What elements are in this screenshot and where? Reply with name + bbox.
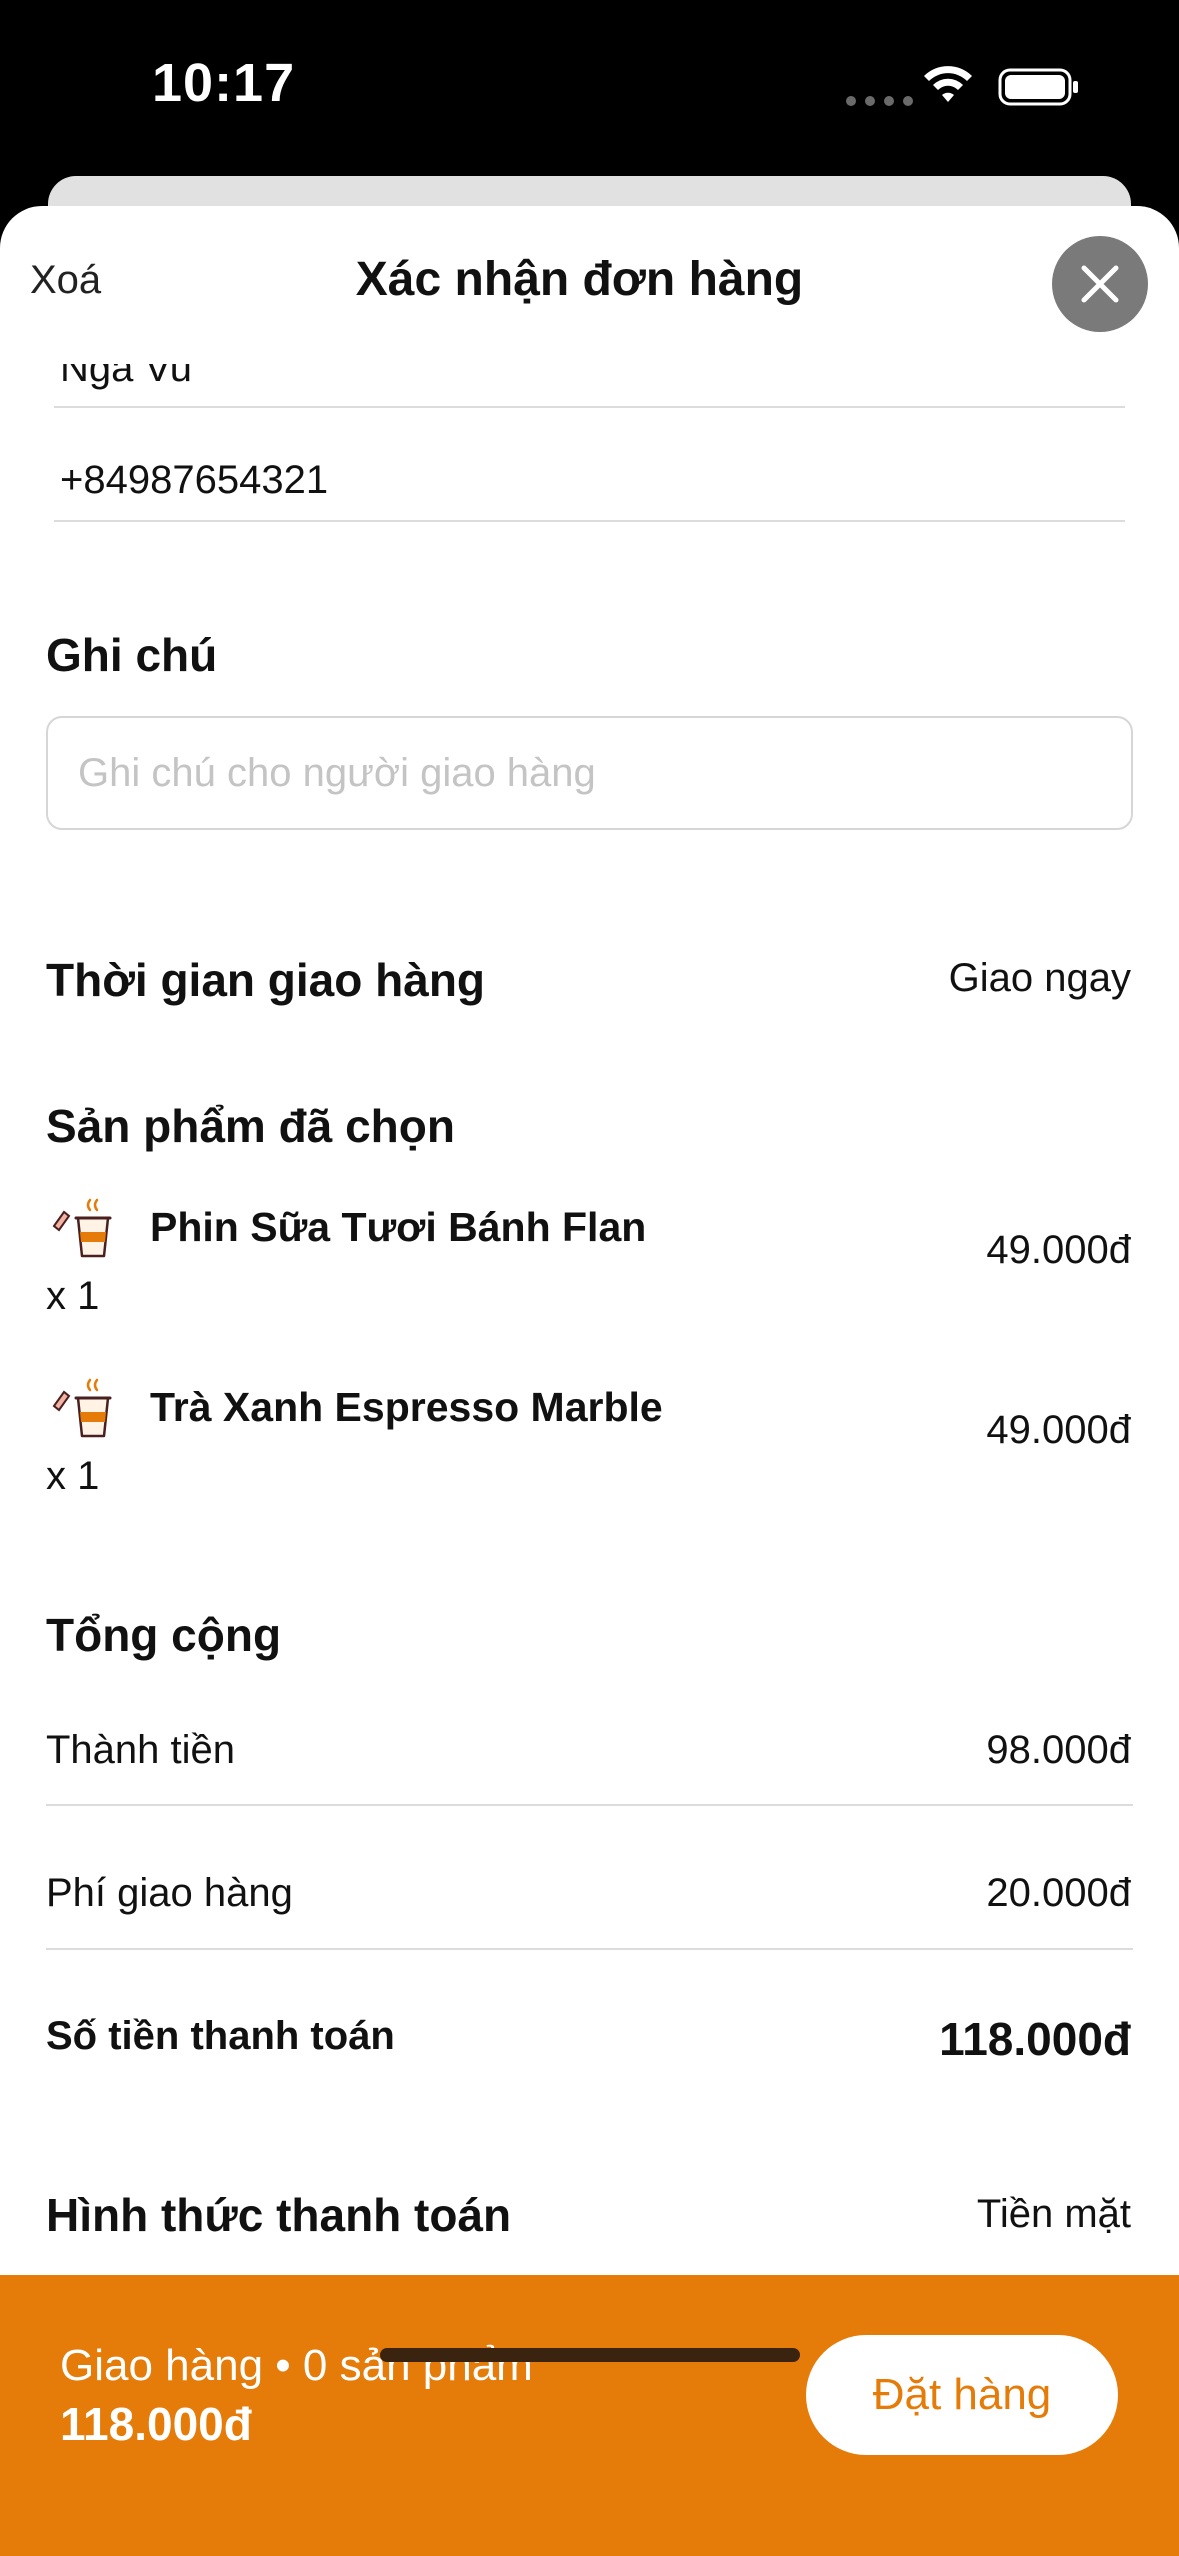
totals-title: Tổng cộng (46, 1609, 282, 1661)
subtotal-value: 98.000đ (986, 1728, 1131, 1772)
cellular-signal-icon (846, 96, 913, 106)
note-input[interactable] (48, 718, 1131, 828)
product-quantity: x 1 (46, 1454, 100, 1498)
close-button[interactable] (1052, 236, 1148, 332)
checkout-bar: Giao hàng • 0 sản phẩm 118.000đ Đặt hàng (0, 2275, 1179, 2556)
status-bar: 10:17 (0, 0, 1179, 170)
note-field[interactable] (46, 716, 1133, 830)
subtotal-label: Thành tiền (46, 1728, 236, 1772)
home-indicator[interactable] (380, 2348, 800, 2362)
battery-icon (998, 68, 1078, 106)
wifi-icon (924, 66, 972, 102)
coffee-cup-icon (52, 1198, 112, 1258)
payment-method-value[interactable]: Tiền mặt (977, 2192, 1131, 2237)
note-title: Ghi chú (46, 629, 218, 681)
product-price: 49.000đ (986, 1228, 1131, 1272)
close-icon (1081, 265, 1119, 303)
shipping-fee-label: Phí giao hàng (46, 1871, 293, 1915)
divider (46, 1804, 1133, 1806)
sheet-header: Xoá Xác nhận đơn hàng (0, 206, 1179, 356)
list-item[interactable]: Trà Xanh Espresso Marble x 1 49.000đ (0, 1376, 1179, 1516)
divider (54, 406, 1125, 408)
coffee-cup-icon (52, 1378, 112, 1438)
payment-method-label: Hình thức thanh toán (46, 2189, 512, 2241)
payable-amount-label: Số tiền thanh toán (46, 2014, 395, 2058)
contact-phone[interactable]: +84987654321 (60, 458, 328, 503)
order-confirmation-sheet: Xoá Xác nhận đơn hàng Nga Vu +8498765432… (0, 206, 1179, 2556)
product-name: Phin Sữa Tươi Bánh Flan (150, 1204, 647, 1250)
shipping-fee-value: 20.000đ (986, 1871, 1131, 1915)
list-item[interactable]: Phin Sữa Tươi Bánh Flan x 1 49.000đ (0, 1196, 1179, 1336)
divider (54, 520, 1125, 522)
page-title: Xác nhận đơn hàng (355, 253, 804, 306)
product-price: 49.000đ (986, 1408, 1131, 1452)
status-time: 10:17 (152, 53, 296, 113)
delivery-time-value[interactable]: Giao ngay (949, 956, 1131, 1001)
product-name: Trà Xanh Espresso Marble (150, 1384, 663, 1430)
place-order-button[interactable]: Đặt hàng (806, 2335, 1118, 2455)
selected-products-title: Sản phẩm đã chọn (46, 1100, 455, 1152)
product-quantity: x 1 (46, 1274, 100, 1318)
divider (46, 1948, 1133, 1950)
delivery-time-label: Thời gian giao hàng (46, 954, 486, 1006)
payable-amount-value: 118.000đ (939, 2013, 1131, 2065)
checkout-total: 118.000đ (60, 2398, 252, 2450)
